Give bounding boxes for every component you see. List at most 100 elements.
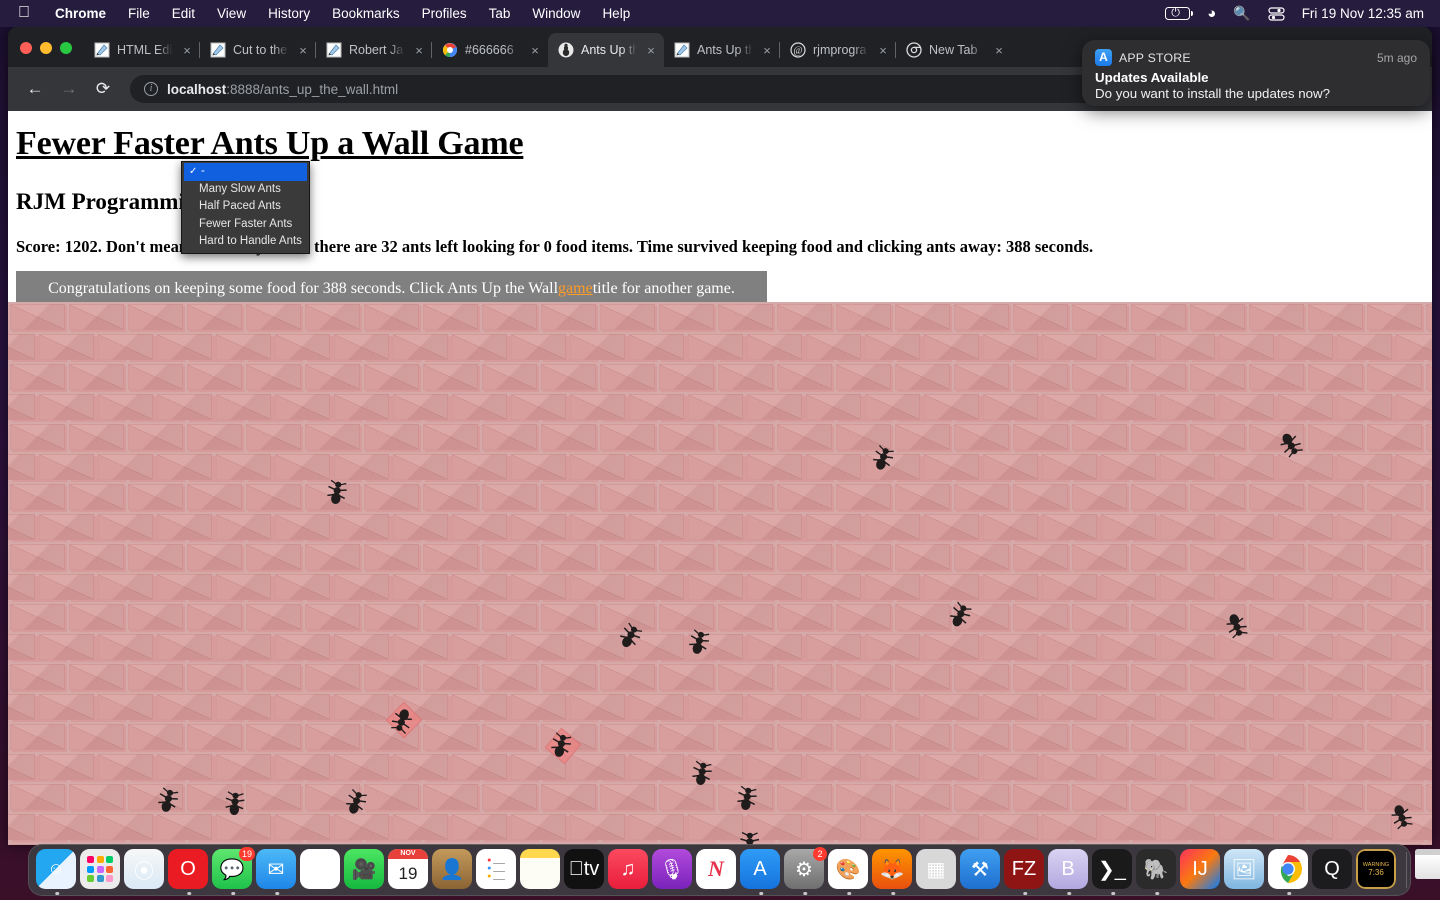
brick	[777, 604, 832, 630]
ant[interactable]	[687, 757, 718, 791]
dropdown-option-fewer-faster-ants[interactable]: Fewer Faster Ants	[182, 216, 309, 234]
dock-item-paintbrush[interactable]: 🎨	[828, 849, 870, 895]
back-button[interactable]: ←	[20, 74, 50, 104]
ant[interactable]	[732, 782, 763, 816]
notification-app-name: APP STORE	[1119, 50, 1191, 65]
menu-item-history[interactable]: History	[257, 6, 321, 21]
tab-ants-up-the-wall-active[interactable]: Ants Up th ×	[548, 33, 664, 67]
dock-item-launchpad[interactable]	[80, 849, 122, 891]
dock-item-watch-widget[interactable]: WARNING 7:36	[1356, 849, 1398, 891]
brick	[423, 304, 478, 330]
dock-minimized-window-document[interactable]	[1415, 849, 1440, 891]
dock-item-xcode[interactable]: ⚒	[960, 849, 1002, 891]
maximize-window-button[interactable]	[60, 42, 72, 54]
menu-item-view[interactable]: View	[206, 6, 257, 21]
brick	[128, 484, 183, 510]
brick	[187, 544, 242, 570]
tab-rjmprogramming[interactable]: @ rjmprogra ×	[779, 33, 896, 67]
dock-item-podcasts[interactable]: 🎙	[652, 849, 694, 891]
menu-item-chrome[interactable]: Chrome	[44, 6, 117, 21]
dock-item-reminders[interactable]: ● ___ ● ___ ● ___	[476, 849, 518, 891]
tab-close-icon[interactable]: ×	[296, 43, 310, 58]
dock-item-messages[interactable]: 💬 19	[212, 847, 255, 895]
tab-robert-james[interactable]: Robert Ja ×	[315, 33, 432, 67]
dock-item-facetime[interactable]: 🎥	[344, 849, 386, 891]
site-info-icon[interactable]: i	[144, 82, 158, 96]
menu-item-file[interactable]: File	[117, 6, 161, 21]
menu-item-bookmarks[interactable]: Bookmarks	[321, 6, 411, 21]
tab-new-tab[interactable]: New Tab ×	[895, 33, 1012, 67]
tab-close-icon[interactable]: ×	[180, 43, 194, 58]
brick	[1249, 544, 1304, 570]
minimize-window-button[interactable]	[40, 42, 52, 54]
dock-item-notes[interactable]	[520, 849, 562, 891]
close-window-button[interactable]	[20, 42, 32, 54]
tab-cut-to-the[interactable]: Cut to the ×	[199, 33, 316, 67]
dropdown-option-many-slow-ants[interactable]: Many Slow Ants	[182, 181, 309, 199]
ant[interactable]	[221, 788, 250, 820]
brick	[1160, 634, 1215, 660]
dropdown-option-default[interactable]: -	[184, 163, 307, 181]
dock-item-settings[interactable]: ⚙ 2	[784, 847, 827, 895]
dock-item-news[interactable]: N	[696, 849, 738, 891]
dock-item-mail[interactable]: ✉	[256, 849, 298, 895]
tab-html-editor[interactable]: HTML Edi ×	[84, 33, 200, 67]
tab-close-icon[interactable]: ×	[528, 43, 542, 58]
tab-close-icon[interactable]: ×	[760, 43, 774, 58]
dock-item-filezilla[interactable]: FZ	[1004, 849, 1046, 895]
dock-item-chrome[interactable]	[1268, 849, 1310, 895]
dock-item-photos[interactable]: ❉	[300, 849, 342, 891]
menu-item-profiles[interactable]: Profiles	[411, 6, 478, 21]
ant-wall-game-board[interactable]	[8, 302, 1432, 845]
brick	[1131, 364, 1186, 390]
dropdown-option-hard-to-handle-ants[interactable]: Hard to Handle Ants	[182, 233, 309, 251]
dock-item-opera[interactable]: O	[168, 849, 210, 895]
dock-item-intellij[interactable]: IJ	[1180, 849, 1222, 891]
dock-item-bbedit[interactable]: B	[1048, 849, 1090, 895]
menu-item-window[interactable]: Window	[521, 6, 591, 21]
menu-item-edit[interactable]: Edit	[161, 6, 206, 21]
tab-666666[interactable]: #666666 ×	[431, 33, 548, 67]
ant[interactable]	[322, 476, 353, 510]
menu-item-tab[interactable]: Tab	[478, 6, 522, 21]
brick	[305, 364, 360, 390]
apple-logo-icon[interactable]: 	[10, 4, 44, 23]
dock-item-apple-tv[interactable]: tv	[564, 849, 606, 891]
dock-item-safari[interactable]: ⦿	[124, 849, 166, 891]
dock-item-terminal[interactable]: ❯_	[1092, 849, 1134, 895]
tab-close-icon[interactable]: ×	[992, 43, 1006, 58]
dock-item-finder[interactable]: ☺	[36, 849, 78, 895]
tab-close-icon[interactable]: ×	[644, 43, 658, 58]
brick	[216, 574, 271, 600]
battery-charging-icon[interactable]: ⏻	[1165, 7, 1194, 20]
new-game-link[interactable]: game	[558, 280, 593, 298]
notification-body: Do you want to install the updates now?	[1095, 86, 1331, 101]
dock-item-quicktime[interactable]: Q	[1312, 849, 1354, 891]
ants-pace-dropdown-menu[interactable]: - Many Slow Ants Half Paced Ants Fewer F…	[181, 161, 310, 254]
control-center-icon[interactable]	[1268, 6, 1285, 21]
macos-notification-banner[interactable]: A APP STORE 5m ago Updates Available Do …	[1082, 40, 1430, 106]
tab-title: #666666	[465, 43, 514, 57]
menubar-clock[interactable]: Fri 19 Nov 12:35 am	[1302, 6, 1424, 21]
tab-close-icon[interactable]: ×	[412, 43, 426, 58]
tab-ants-up-the-wall-2[interactable]: Ants Up th ×	[664, 33, 780, 67]
dock-item-preview[interactable]: 🖼	[1224, 849, 1266, 891]
dock-item-contacts[interactable]: 👤	[432, 849, 474, 891]
dock-item-calendar[interactable]: NOV 19	[388, 849, 430, 891]
forward-button[interactable]: →	[54, 74, 84, 104]
dock-item-app-store[interactable]: A	[740, 849, 782, 895]
music-icon: ♫	[608, 849, 648, 889]
wifi-icon[interactable]: ◕	[1207, 5, 1216, 22]
dock-item-music[interactable]: ♫	[608, 849, 650, 891]
ant[interactable]	[737, 829, 763, 845]
dock-item-calculator[interactable]: ▦	[916, 849, 958, 891]
dock-item-firefox[interactable]: 🦊	[872, 849, 914, 895]
search-icon[interactable]: 🔍	[1233, 5, 1250, 22]
menu-item-help[interactable]: Help	[591, 6, 641, 21]
dock-item-mamp[interactable]: 🐘	[1136, 849, 1178, 895]
tab-close-icon[interactable]: ×	[876, 43, 890, 58]
brick	[806, 514, 861, 540]
brick	[157, 694, 212, 720]
reload-button[interactable]: ⟳	[88, 74, 118, 104]
dropdown-option-half-paced-ants[interactable]: Half Paced Ants	[182, 198, 309, 216]
